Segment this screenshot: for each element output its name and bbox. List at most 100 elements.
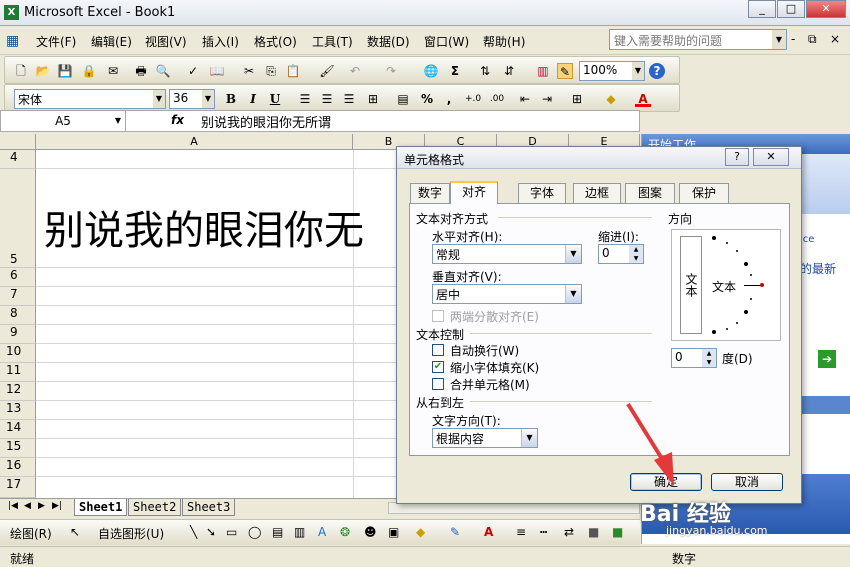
- row-header-9[interactable]: 9: [0, 325, 36, 344]
- 3d-icon[interactable]: ■: [612, 525, 623, 539]
- first-sheet-icon[interactable]: |◀: [8, 501, 18, 511]
- justify-distributed-checkbox[interactable]: [432, 310, 444, 322]
- doc-minimize-button[interactable]: -: [791, 32, 795, 46]
- line-color-icon[interactable]: ✎: [450, 525, 460, 539]
- chevron-down-icon[interactable]: ▼: [565, 245, 581, 263]
- chevron-down-icon[interactable]: ▼: [565, 285, 581, 303]
- spin-down-icon[interactable]: ▼: [702, 358, 716, 367]
- menu-format[interactable]: 格式(O): [254, 33, 297, 50]
- row-header-15[interactable]: 15: [0, 439, 36, 458]
- menu-edit[interactable]: 编辑(E): [91, 33, 132, 50]
- fill-color-icon[interactable]: ◆: [416, 525, 425, 539]
- close-button[interactable]: ✕: [806, 0, 846, 18]
- undo-icon[interactable]: ↶: [347, 63, 363, 79]
- dash-style-icon[interactable]: ┅: [540, 525, 547, 539]
- email-icon[interactable]: ✉: [105, 63, 121, 79]
- menu-tools[interactable]: 工具(T): [312, 33, 353, 50]
- menu-insert[interactable]: 插入(I): [202, 33, 239, 50]
- row-header-4[interactable]: 4: [0, 150, 36, 169]
- chart-wizard-icon[interactable]: ▥: [535, 63, 551, 79]
- dialog-help-button[interactable]: ?: [725, 148, 749, 166]
- row-header-12[interactable]: 12: [0, 382, 36, 401]
- chevron-down-icon[interactable]: ▼: [115, 111, 121, 131]
- format-painter-icon[interactable]: 🖌: [319, 63, 335, 79]
- borders-icon[interactable]: ⊞: [569, 91, 585, 107]
- print-preview-icon[interactable]: 🔍: [155, 63, 171, 79]
- save-icon[interactable]: 💾: [57, 63, 73, 79]
- shadow-icon[interactable]: ■: [588, 525, 599, 539]
- hyperlink-icon[interactable]: 🌐: [423, 63, 439, 79]
- redo-icon[interactable]: ↷: [383, 63, 399, 79]
- bold-button[interactable]: B: [223, 91, 239, 107]
- row-header-17[interactable]: 17: [0, 477, 36, 498]
- align-center-icon[interactable]: ☰: [319, 91, 335, 107]
- spin-up-icon[interactable]: ▲: [702, 349, 716, 358]
- arrow-style-icon[interactable]: ⇄: [564, 525, 574, 539]
- task-pane-link[interactable]: 的最新: [800, 260, 836, 277]
- indent-stepper[interactable]: 0 ▲ ▼: [598, 244, 644, 264]
- vertical-align-select[interactable]: 居中 ▼: [432, 284, 582, 304]
- tab-font[interactable]: 字体: [518, 183, 566, 203]
- textbox-icon[interactable]: ▤: [272, 525, 283, 539]
- spin-up-icon[interactable]: ▲: [629, 245, 643, 254]
- select-objects-icon[interactable]: ↖: [70, 525, 80, 539]
- draw-menu[interactable]: 绘图(R): [10, 525, 52, 542]
- chevron-down-icon[interactable]: ▼: [632, 62, 644, 80]
- cut-icon[interactable]: ✂: [241, 63, 257, 79]
- minimize-button[interactable]: _: [748, 0, 776, 18]
- next-sheet-icon[interactable]: ▶: [38, 501, 45, 511]
- wordart-icon[interactable]: A: [318, 525, 326, 539]
- sort-descending-icon[interactable]: ⇵: [501, 63, 517, 79]
- tab-patterns[interactable]: 图案: [625, 183, 675, 203]
- increase-indent-icon[interactable]: ⇥: [539, 91, 555, 107]
- font-color-icon[interactable]: A: [635, 91, 651, 107]
- chevron-down-icon[interactable]: ▼: [521, 429, 537, 447]
- italic-button[interactable]: I: [245, 91, 261, 107]
- sheet-tab-2[interactable]: Sheet2: [128, 499, 182, 516]
- select-all-corner[interactable]: [0, 134, 36, 150]
- increase-decimal-icon[interactable]: +.0: [465, 91, 481, 107]
- fill-color-icon[interactable]: ◆: [603, 91, 619, 107]
- help-icon[interactable]: ?: [649, 63, 665, 79]
- clipart-icon[interactable]: ☻: [364, 525, 377, 539]
- picture-icon[interactable]: ▣: [388, 525, 399, 539]
- doc-close-button[interactable]: ×: [830, 32, 840, 46]
- merge-cells-checkbox[interactable]: [432, 378, 444, 390]
- sheet-tab-3[interactable]: Sheet3: [182, 499, 236, 516]
- sort-ascending-icon[interactable]: ⇅: [477, 63, 493, 79]
- tab-alignment[interactable]: 对齐: [450, 181, 498, 204]
- row-header-6[interactable]: 6: [0, 268, 36, 287]
- rectangle-icon[interactable]: ▭: [226, 525, 237, 539]
- last-sheet-icon[interactable]: ▶|: [52, 501, 62, 511]
- copy-icon[interactable]: ⎘: [263, 63, 279, 79]
- font-size-select[interactable]: 36 ▼: [169, 89, 215, 109]
- row-header-8[interactable]: 8: [0, 306, 36, 325]
- paste-icon[interactable]: 📋: [285, 63, 301, 79]
- tab-border[interactable]: 边框: [573, 183, 621, 203]
- autoshapes-menu[interactable]: 自选图形(U): [98, 525, 164, 542]
- autosum-icon[interactable]: Σ: [447, 63, 463, 79]
- oval-icon[interactable]: ◯: [248, 525, 261, 539]
- function-icon[interactable]: fx: [171, 113, 184, 127]
- column-header-a[interactable]: A: [36, 134, 353, 150]
- open-icon[interactable]: 📂: [35, 63, 51, 79]
- shrink-to-fit-checkbox[interactable]: ✔: [432, 361, 444, 373]
- decrease-decimal-icon[interactable]: .00: [489, 91, 505, 107]
- formula-input[interactable]: 别说我的眼泪你无所谓: [201, 112, 331, 131]
- diagram-icon[interactable]: ❂: [340, 525, 350, 539]
- row-header-13[interactable]: 13: [0, 401, 36, 420]
- align-left-icon[interactable]: ☰: [297, 91, 313, 107]
- print-icon[interactable]: 🖶: [133, 63, 149, 79]
- row-header-7[interactable]: 7: [0, 287, 36, 306]
- merge-center-icon[interactable]: ⊞: [365, 91, 381, 107]
- menu-help[interactable]: 帮助(H): [483, 33, 525, 50]
- horizontal-align-select[interactable]: 常规 ▼: [432, 244, 582, 264]
- orientation-handle[interactable]: [760, 283, 764, 287]
- spin-down-icon[interactable]: ▼: [629, 254, 643, 263]
- chevron-down-icon[interactable]: ▼: [202, 90, 214, 108]
- new-icon[interactable]: 🗋: [13, 63, 29, 79]
- vertical-textbox-icon[interactable]: ▥: [294, 525, 305, 539]
- row-header-11[interactable]: 11: [0, 363, 36, 382]
- arrow-icon[interactable]: ➘: [206, 525, 216, 539]
- decrease-indent-icon[interactable]: ⇤: [517, 91, 533, 107]
